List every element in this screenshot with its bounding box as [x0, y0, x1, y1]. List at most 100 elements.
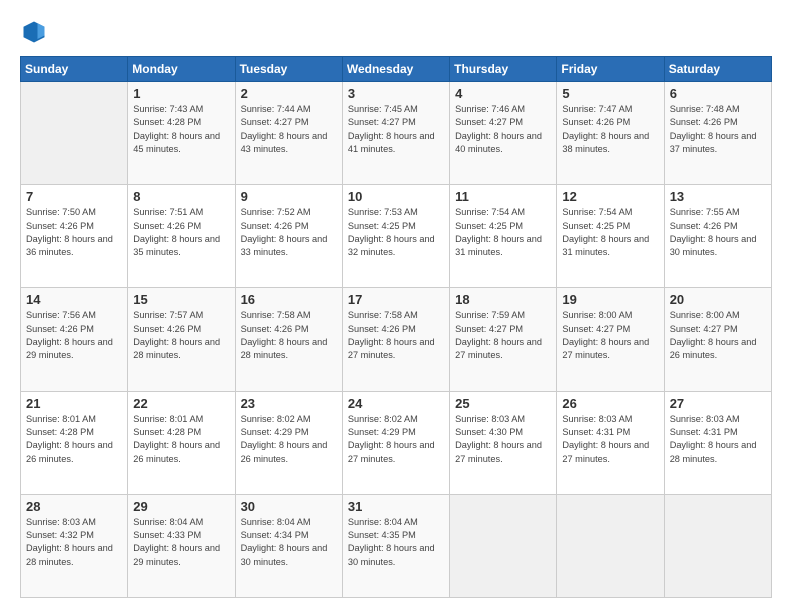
day-number: 8 [133, 189, 229, 204]
day-info: Sunrise: 7:44 AMSunset: 4:27 PMDaylight:… [241, 103, 337, 156]
day-number: 2 [241, 86, 337, 101]
calendar-day-cell [21, 82, 128, 185]
day-number: 15 [133, 292, 229, 307]
calendar-day-cell: 10 Sunrise: 7:53 AMSunset: 4:25 PMDaylig… [342, 185, 449, 288]
day-info: Sunrise: 8:03 AMSunset: 4:30 PMDaylight:… [455, 413, 551, 466]
calendar-day-cell [450, 494, 557, 597]
day-of-week-header: Wednesday [342, 57, 449, 82]
day-of-week-header: Saturday [664, 57, 771, 82]
calendar-day-cell [664, 494, 771, 597]
calendar-day-cell: 7 Sunrise: 7:50 AMSunset: 4:26 PMDayligh… [21, 185, 128, 288]
calendar-day-cell: 21 Sunrise: 8:01 AMSunset: 4:28 PMDaylig… [21, 391, 128, 494]
day-number: 12 [562, 189, 658, 204]
calendar-day-cell: 26 Sunrise: 8:03 AMSunset: 4:31 PMDaylig… [557, 391, 664, 494]
calendar-day-cell: 18 Sunrise: 7:59 AMSunset: 4:27 PMDaylig… [450, 288, 557, 391]
day-info: Sunrise: 8:00 AMSunset: 4:27 PMDaylight:… [562, 309, 658, 362]
calendar-day-cell: 5 Sunrise: 7:47 AMSunset: 4:26 PMDayligh… [557, 82, 664, 185]
day-of-week-header: Thursday [450, 57, 557, 82]
calendar-day-cell: 15 Sunrise: 7:57 AMSunset: 4:26 PMDaylig… [128, 288, 235, 391]
day-info: Sunrise: 8:03 AMSunset: 4:32 PMDaylight:… [26, 516, 122, 569]
day-number: 28 [26, 499, 122, 514]
calendar-day-cell: 28 Sunrise: 8:03 AMSunset: 4:32 PMDaylig… [21, 494, 128, 597]
calendar-day-cell: 27 Sunrise: 8:03 AMSunset: 4:31 PMDaylig… [664, 391, 771, 494]
day-info: Sunrise: 7:54 AMSunset: 4:25 PMDaylight:… [455, 206, 551, 259]
day-number: 31 [348, 499, 444, 514]
day-number: 16 [241, 292, 337, 307]
day-of-week-header: Friday [557, 57, 664, 82]
day-number: 21 [26, 396, 122, 411]
day-info: Sunrise: 8:01 AMSunset: 4:28 PMDaylight:… [26, 413, 122, 466]
day-info: Sunrise: 7:51 AMSunset: 4:26 PMDaylight:… [133, 206, 229, 259]
calendar-week-row: 28 Sunrise: 8:03 AMSunset: 4:32 PMDaylig… [21, 494, 772, 597]
day-info: Sunrise: 7:57 AMSunset: 4:26 PMDaylight:… [133, 309, 229, 362]
day-number: 14 [26, 292, 122, 307]
day-info: Sunrise: 7:54 AMSunset: 4:25 PMDaylight:… [562, 206, 658, 259]
day-info: Sunrise: 7:43 AMSunset: 4:28 PMDaylight:… [133, 103, 229, 156]
calendar-day-cell [557, 494, 664, 597]
calendar-week-row: 7 Sunrise: 7:50 AMSunset: 4:26 PMDayligh… [21, 185, 772, 288]
logo [20, 18, 52, 46]
day-number: 13 [670, 189, 766, 204]
day-of-week-header: Sunday [21, 57, 128, 82]
calendar-day-cell: 6 Sunrise: 7:48 AMSunset: 4:26 PMDayligh… [664, 82, 771, 185]
calendar-day-cell: 12 Sunrise: 7:54 AMSunset: 4:25 PMDaylig… [557, 185, 664, 288]
calendar-day-cell: 24 Sunrise: 8:02 AMSunset: 4:29 PMDaylig… [342, 391, 449, 494]
day-info: Sunrise: 7:47 AMSunset: 4:26 PMDaylight:… [562, 103, 658, 156]
day-number: 4 [455, 86, 551, 101]
day-number: 9 [241, 189, 337, 204]
calendar-day-cell: 8 Sunrise: 7:51 AMSunset: 4:26 PMDayligh… [128, 185, 235, 288]
calendar-day-cell: 22 Sunrise: 8:01 AMSunset: 4:28 PMDaylig… [128, 391, 235, 494]
day-info: Sunrise: 7:52 AMSunset: 4:26 PMDaylight:… [241, 206, 337, 259]
calendar-week-row: 14 Sunrise: 7:56 AMSunset: 4:26 PMDaylig… [21, 288, 772, 391]
day-info: Sunrise: 8:01 AMSunset: 4:28 PMDaylight:… [133, 413, 229, 466]
page: SundayMondayTuesdayWednesdayThursdayFrid… [0, 0, 792, 612]
logo-icon [20, 18, 48, 46]
day-info: Sunrise: 8:03 AMSunset: 4:31 PMDaylight:… [670, 413, 766, 466]
calendar-day-cell: 2 Sunrise: 7:44 AMSunset: 4:27 PMDayligh… [235, 82, 342, 185]
calendar-body: 1 Sunrise: 7:43 AMSunset: 4:28 PMDayligh… [21, 82, 772, 598]
day-of-week-header: Monday [128, 57, 235, 82]
calendar-day-cell: 3 Sunrise: 7:45 AMSunset: 4:27 PMDayligh… [342, 82, 449, 185]
calendar-day-cell: 30 Sunrise: 8:04 AMSunset: 4:34 PMDaylig… [235, 494, 342, 597]
day-info: Sunrise: 7:48 AMSunset: 4:26 PMDaylight:… [670, 103, 766, 156]
calendar-header: SundayMondayTuesdayWednesdayThursdayFrid… [21, 57, 772, 82]
day-info: Sunrise: 7:45 AMSunset: 4:27 PMDaylight:… [348, 103, 444, 156]
day-number: 6 [670, 86, 766, 101]
day-number: 3 [348, 86, 444, 101]
day-info: Sunrise: 7:46 AMSunset: 4:27 PMDaylight:… [455, 103, 551, 156]
day-info: Sunrise: 7:58 AMSunset: 4:26 PMDaylight:… [348, 309, 444, 362]
day-number: 17 [348, 292, 444, 307]
day-info: Sunrise: 8:04 AMSunset: 4:33 PMDaylight:… [133, 516, 229, 569]
day-info: Sunrise: 8:02 AMSunset: 4:29 PMDaylight:… [241, 413, 337, 466]
day-number: 26 [562, 396, 658, 411]
calendar-day-cell: 1 Sunrise: 7:43 AMSunset: 4:28 PMDayligh… [128, 82, 235, 185]
day-number: 22 [133, 396, 229, 411]
day-info: Sunrise: 8:02 AMSunset: 4:29 PMDaylight:… [348, 413, 444, 466]
day-number: 29 [133, 499, 229, 514]
calendar-day-cell: 31 Sunrise: 8:04 AMSunset: 4:35 PMDaylig… [342, 494, 449, 597]
calendar-day-cell: 25 Sunrise: 8:03 AMSunset: 4:30 PMDaylig… [450, 391, 557, 494]
day-info: Sunrise: 7:55 AMSunset: 4:26 PMDaylight:… [670, 206, 766, 259]
day-info: Sunrise: 8:00 AMSunset: 4:27 PMDaylight:… [670, 309, 766, 362]
day-info: Sunrise: 7:56 AMSunset: 4:26 PMDaylight:… [26, 309, 122, 362]
day-number: 5 [562, 86, 658, 101]
calendar-day-cell: 11 Sunrise: 7:54 AMSunset: 4:25 PMDaylig… [450, 185, 557, 288]
day-number: 25 [455, 396, 551, 411]
calendar-day-cell: 19 Sunrise: 8:00 AMSunset: 4:27 PMDaylig… [557, 288, 664, 391]
day-number: 27 [670, 396, 766, 411]
day-number: 30 [241, 499, 337, 514]
day-info: Sunrise: 8:03 AMSunset: 4:31 PMDaylight:… [562, 413, 658, 466]
day-info: Sunrise: 8:04 AMSunset: 4:35 PMDaylight:… [348, 516, 444, 569]
calendar-day-cell: 14 Sunrise: 7:56 AMSunset: 4:26 PMDaylig… [21, 288, 128, 391]
day-info: Sunrise: 7:50 AMSunset: 4:26 PMDaylight:… [26, 206, 122, 259]
calendar-day-cell: 13 Sunrise: 7:55 AMSunset: 4:26 PMDaylig… [664, 185, 771, 288]
day-number: 18 [455, 292, 551, 307]
day-info: Sunrise: 7:59 AMSunset: 4:27 PMDaylight:… [455, 309, 551, 362]
day-info: Sunrise: 7:58 AMSunset: 4:26 PMDaylight:… [241, 309, 337, 362]
day-number: 20 [670, 292, 766, 307]
calendar-day-cell: 29 Sunrise: 8:04 AMSunset: 4:33 PMDaylig… [128, 494, 235, 597]
day-number: 23 [241, 396, 337, 411]
calendar-day-cell: 16 Sunrise: 7:58 AMSunset: 4:26 PMDaylig… [235, 288, 342, 391]
header-row: SundayMondayTuesdayWednesdayThursdayFrid… [21, 57, 772, 82]
calendar-day-cell: 20 Sunrise: 8:00 AMSunset: 4:27 PMDaylig… [664, 288, 771, 391]
